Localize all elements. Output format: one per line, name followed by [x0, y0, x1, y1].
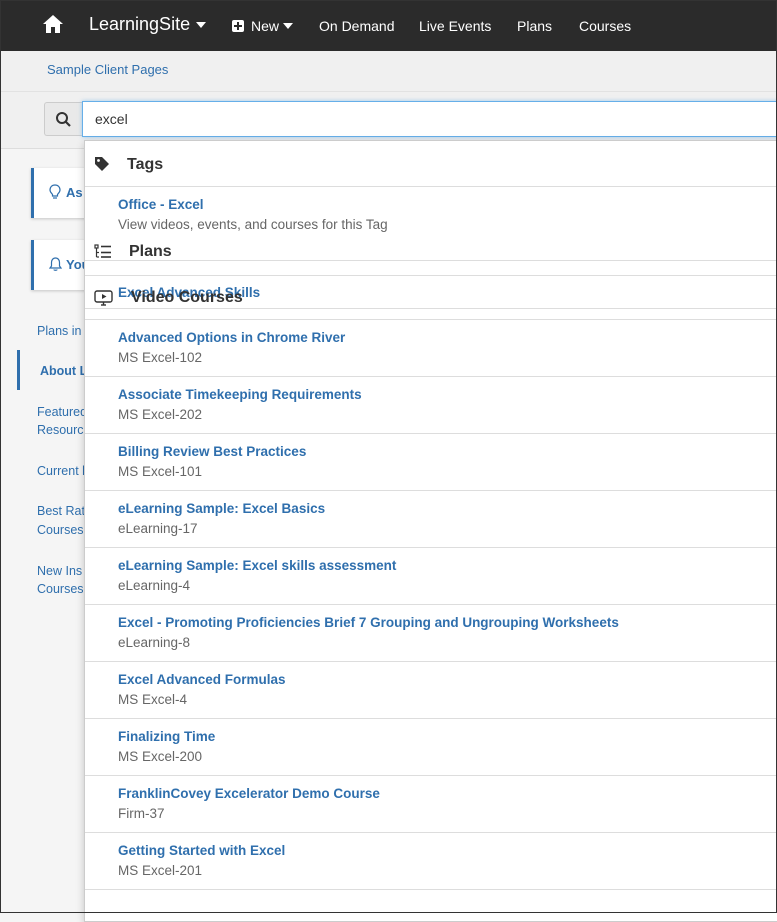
sidebar-link-active[interactable]: About L — [40, 362, 87, 380]
result-subtitle: eLearning-8 — [118, 635, 191, 650]
nav-plans[interactable]: Plans — [517, 18, 552, 34]
sidebar-link[interactable]: New Ins — [37, 562, 82, 580]
search-results-dropdown: Tags Office - Excel View videos, events,… — [84, 140, 777, 922]
result-title: Office - Excel — [118, 197, 204, 212]
section-title: Video Courses — [131, 289, 243, 306]
result-subtitle: MS Excel-202 — [118, 407, 203, 422]
result-title: Billing Review Best Practices — [118, 444, 307, 459]
result-title: Getting Started with Excel — [118, 843, 286, 858]
plus-icon — [232, 20, 244, 32]
section-header-video-courses: Video Courses — [85, 275, 777, 320]
sidebar-link[interactable]: Featured — [37, 403, 87, 421]
result-subtitle: Firm-37 — [118, 806, 165, 821]
chevron-down-icon — [196, 21, 207, 28]
result-title: eLearning Sample: Excel skills assessmen… — [118, 558, 397, 573]
result-subtitle: MS Excel-200 — [118, 749, 203, 764]
plan-list-icon — [94, 244, 111, 258]
result-title: Advanced Options in Chrome River — [118, 330, 346, 345]
search-icon — [56, 112, 71, 127]
nav-on-demand[interactable]: On Demand — [319, 18, 394, 34]
result-title: FranklinCovey Excelerator Demo Course — [118, 786, 380, 801]
sidebar-link[interactable]: Current l — [37, 462, 85, 480]
result-title: Excel - Promoting Proficiencies Brief 7 … — [118, 615, 619, 630]
result-title: eLearning Sample: Excel Basics — [118, 501, 326, 516]
result-subtitle: MS Excel-102 — [118, 350, 203, 365]
site-brand-label: LearningSite — [89, 14, 191, 34]
result-subtitle: eLearning-17 — [118, 521, 198, 536]
sidebar-link[interactable]: Best Rat — [37, 502, 85, 520]
result-title: Excel Advanced Formulas — [118, 672, 286, 687]
nav-courses[interactable]: Courses — [579, 18, 631, 34]
chevron-down-icon — [283, 23, 294, 29]
result-subtitle: MS Excel-101 — [118, 464, 203, 479]
result-video-item[interactable]: Billing Review Best Practices MS Excel-1… — [85, 434, 777, 491]
tag-icon — [95, 157, 109, 171]
result-title: Associate Timekeeping Requirements — [118, 387, 362, 402]
sidebar-link[interactable]: Plans in — [37, 322, 81, 340]
sidebar-link[interactable]: Courses — [37, 521, 84, 539]
search-input[interactable] — [82, 101, 777, 137]
result-video-item[interactable]: Excel Advanced Formulas MS Excel-4 — [85, 662, 777, 719]
new-menu[interactable]: New — [232, 18, 294, 34]
result-subtitle: MS Excel-4 — [118, 692, 188, 707]
sidebar-link[interactable]: Resourc — [37, 421, 84, 439]
home-icon[interactable] — [42, 13, 64, 35]
section-header-plans: Plans — [85, 231, 777, 276]
result-subtitle: MS Excel-201 — [118, 863, 203, 878]
result-video-item[interactable]: eLearning Sample: Excel skills assessmen… — [85, 548, 777, 605]
site-brand-menu[interactable]: LearningSite — [89, 14, 207, 35]
top-nav: LearningSite New On Demand Live Events P… — [0, 0, 777, 51]
result-video-item[interactable]: FranklinCovey Excelerator Demo Course Fi… — [85, 776, 777, 833]
result-subtitle: eLearning-4 — [118, 578, 191, 593]
section-title: Tags — [127, 156, 164, 173]
section-header-tags: Tags — [85, 141, 777, 187]
video-icon — [94, 290, 113, 306]
active-indicator — [17, 350, 20, 390]
lightbulb-icon — [49, 184, 61, 199]
nav-live-events[interactable]: Live Events — [419, 18, 491, 34]
result-video-item[interactable]: Excel - Promoting Proficiencies Brief 7 … — [85, 605, 777, 662]
result-video-item[interactable]: Getting Started with Excel MS Excel-201 — [85, 833, 777, 890]
bell-icon — [49, 257, 62, 271]
sidebar-link[interactable]: Courses — [37, 580, 84, 598]
search-button[interactable] — [44, 102, 82, 136]
result-video-item[interactable]: Finalizing Time MS Excel-200 — [85, 719, 777, 776]
breadcrumb: Sample Client Pages — [0, 51, 777, 92]
breadcrumb-link[interactable]: Sample Client Pages — [47, 62, 168, 77]
result-video-item[interactable]: Advanced Options in Chrome River MS Exce… — [85, 320, 777, 377]
result-title: Finalizing Time — [118, 729, 216, 744]
result-video-item[interactable]: eLearning Sample: Excel Basics eLearning… — [85, 491, 777, 548]
info-card-label: As — [66, 185, 83, 200]
new-menu-label: New — [251, 18, 280, 34]
section-title: Plans — [129, 243, 172, 260]
result-video-item[interactable]: Associate Timekeeping Requirements MS Ex… — [85, 377, 777, 434]
